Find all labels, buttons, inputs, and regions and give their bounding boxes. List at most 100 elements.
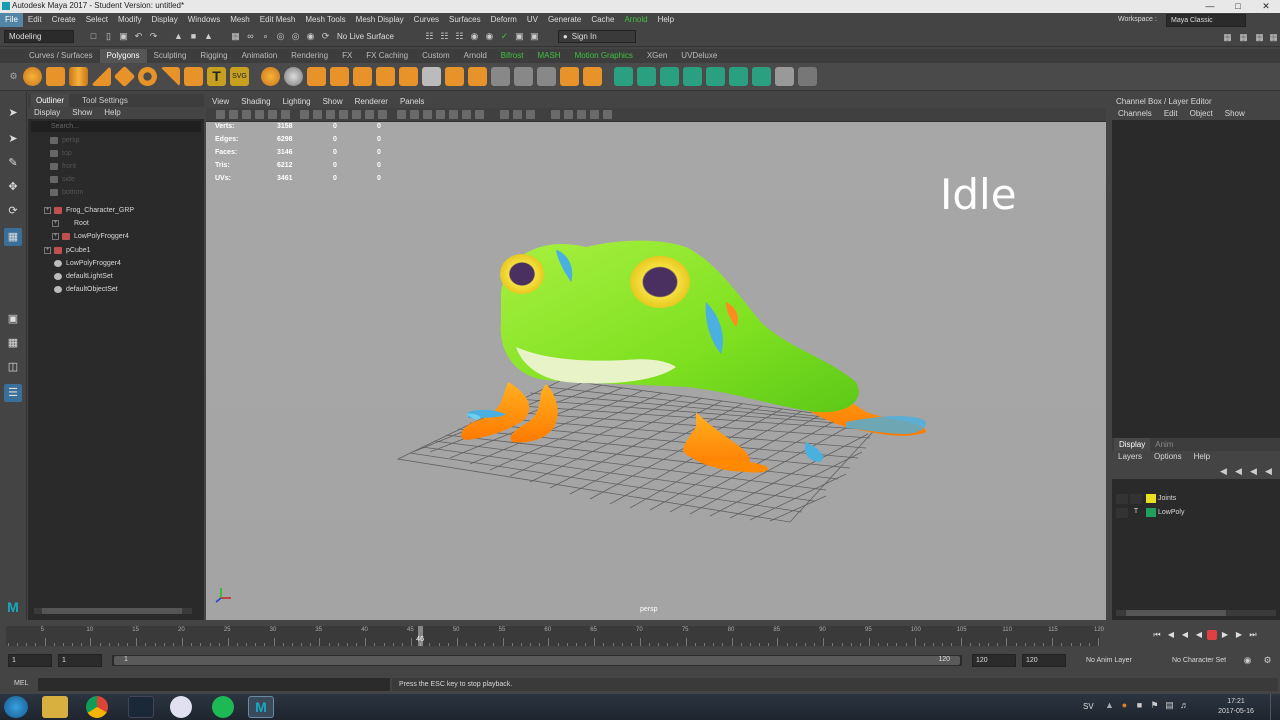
menu-set-dropdown[interactable]: Modeling <box>4 30 74 43</box>
separate-icon[interactable] <box>284 67 303 86</box>
layer-row-lowpoly[interactable]: T LowPoly <box>1116 506 1184 519</box>
redo-icon[interactable]: ↷ <box>148 31 159 42</box>
gate-mask-icon[interactable] <box>339 110 348 119</box>
poly-cylinder-icon[interactable] <box>69 67 88 86</box>
select-component-icon[interactable]: ▲ <box>203 31 214 42</box>
field-chart-icon[interactable] <box>352 110 361 119</box>
boolean-icon[interactable] <box>330 67 349 86</box>
grease-pencil-icon[interactable] <box>281 110 290 119</box>
outliner-hscrollbar[interactable] <box>34 608 192 614</box>
auto-key-icon[interactable]: ◉ <box>1242 655 1253 666</box>
new-scene-icon[interactable]: □ <box>88 31 99 42</box>
wireframe-icon[interactable] <box>397 110 406 119</box>
menu-mesh-display[interactable]: Mesh Display <box>351 13 409 27</box>
viewport-menu-view[interactable]: View <box>206 96 235 108</box>
outliner-item-pcube1[interactable]: + pCube1 <box>44 244 91 257</box>
layer-menu-layers[interactable]: Layers <box>1112 451 1148 463</box>
uv-spherical-icon[interactable] <box>706 67 725 86</box>
bevel-edge-icon[interactable] <box>445 67 464 86</box>
close-button[interactable]: ✕ <box>1252 0 1280 13</box>
character-set-dropdown[interactable]: No Character Set <box>1172 657 1226 664</box>
outliner-menu-help[interactable]: Help <box>98 107 126 119</box>
layer-menu-options[interactable]: Options <box>1148 451 1188 463</box>
extrude-icon[interactable] <box>376 67 395 86</box>
tab-anim-layers[interactable]: Anim <box>1150 438 1178 451</box>
range-slider[interactable]: 1 120 <box>112 655 962 666</box>
menu-display[interactable]: Display <box>147 13 183 27</box>
chrome-icon[interactable] <box>86 696 108 718</box>
shelf-options-icon[interactable]: ⚙ <box>8 71 19 82</box>
menu-uv[interactable]: UV <box>522 13 543 27</box>
move-tool-icon[interactable]: ✥ <box>4 178 22 196</box>
motion-blur-icon[interactable] <box>500 110 509 119</box>
snap-live-icon[interactable]: ◉ <box>305 31 316 42</box>
tray-device-icon[interactable]: ■ <box>1134 700 1145 711</box>
viewport-menu-lighting[interactable]: Lighting <box>277 96 317 108</box>
outliner-item-top[interactable]: top <box>50 147 72 160</box>
expand-icon[interactable]: + <box>44 207 51 214</box>
snap-view-icon[interactable]: ◎ <box>275 31 286 42</box>
select-hierarchy-icon[interactable]: ▲ <box>173 31 184 42</box>
toggle-modeling-toolkit-icon[interactable]: ▦ <box>1222 32 1233 43</box>
connect-icon[interactable] <box>537 67 556 86</box>
scale-tool-icon[interactable]: ▦ <box>4 228 22 246</box>
poly-cone-icon[interactable] <box>92 67 111 86</box>
menu-surfaces[interactable]: Surfaces <box>444 13 486 27</box>
menu-generate[interactable]: Generate <box>543 13 586 27</box>
sign-in-button[interactable]: ● Sign In <box>557 30 636 43</box>
snap-curve-icon[interactable]: ∞ <box>245 31 256 42</box>
expand-icon[interactable]: + <box>52 220 59 227</box>
render-frame-icon[interactable]: ☷ <box>439 31 450 42</box>
play-backward-icon[interactable]: ◀ <box>1193 629 1205 641</box>
layer-hscrollbar[interactable] <box>1116 610 1276 616</box>
new-empty-layer-icon[interactable]: ◀ <box>1248 466 1259 477</box>
expand-icon[interactable]: + <box>44 247 51 254</box>
arnold-render-icon[interactable]: ✓ <box>499 31 510 42</box>
outliner-search-input[interactable]: Search... <box>31 121 201 132</box>
poly-plane-icon[interactable] <box>113 65 136 88</box>
outliner-item-persp[interactable]: persp <box>50 134 80 147</box>
lasso-tool-icon[interactable]: ➤ <box>4 130 22 148</box>
poly-prism-icon[interactable] <box>161 67 180 86</box>
single-perspective-layout-icon[interactable]: ▣ <box>4 310 22 328</box>
uv-editor-icon[interactable] <box>614 67 633 86</box>
animation-start-field[interactable]: 1 <box>8 654 52 667</box>
resolution-gate-icon[interactable] <box>326 110 335 119</box>
layer-visibility-toggle[interactable] <box>1116 493 1128 504</box>
svg-icon[interactable]: SVG <box>230 67 249 86</box>
outliner-menu-show[interactable]: Show <box>66 107 98 119</box>
menu-create[interactable]: Create <box>47 13 81 27</box>
menu-modify[interactable]: Modify <box>113 13 147 27</box>
bevel-icon[interactable] <box>422 67 441 86</box>
menu-curves[interactable]: Curves <box>409 13 444 27</box>
uv-layout-icon[interactable] <box>752 67 771 86</box>
bookmarks-icon[interactable] <box>242 110 251 119</box>
new-layer-selected-icon[interactable]: ◀ <box>1263 466 1274 477</box>
tray-app-icon[interactable]: ● <box>1119 700 1130 711</box>
bridge-icon[interactable] <box>399 67 418 86</box>
layer-row-joints[interactable]: Joints <box>1116 492 1176 505</box>
menu-mesh[interactable]: Mesh <box>225 13 255 27</box>
outliner-menu-display[interactable]: Display <box>28 107 66 119</box>
shadows-icon[interactable] <box>462 110 471 119</box>
xray-icon[interactable] <box>564 110 573 119</box>
animation-preferences-icon[interactable]: ⚙ <box>1262 655 1273 666</box>
shelf-tab-fx[interactable]: FX <box>335 49 359 63</box>
safe-action-icon[interactable] <box>365 110 374 119</box>
menu-edit[interactable]: Edit <box>23 13 47 27</box>
viewport-menu-renderer[interactable]: Renderer <box>349 96 394 108</box>
xray-joints-icon[interactable] <box>577 110 586 119</box>
shelf-tab-rendering[interactable]: Rendering <box>284 49 335 63</box>
ipr-render-icon[interactable]: ☷ <box>454 31 465 42</box>
render-view-icon[interactable]: ▣ <box>514 31 525 42</box>
outliner-layout-icon[interactable]: ☰ <box>4 384 22 402</box>
move-layer-up-icon[interactable]: ◀ <box>1218 466 1229 477</box>
script-language-label[interactable]: MEL <box>14 680 28 687</box>
menu-file[interactable]: File <box>0 13 23 27</box>
quad-draw-icon[interactable] <box>560 67 579 86</box>
show-desktop-button[interactable] <box>1270 694 1280 720</box>
safe-title-icon[interactable] <box>378 110 387 119</box>
outliner-item-side[interactable]: side <box>50 173 75 186</box>
step-forward-frame-icon[interactable]: ▶ <box>1219 629 1231 641</box>
menu-help[interactable]: Help <box>653 13 679 27</box>
